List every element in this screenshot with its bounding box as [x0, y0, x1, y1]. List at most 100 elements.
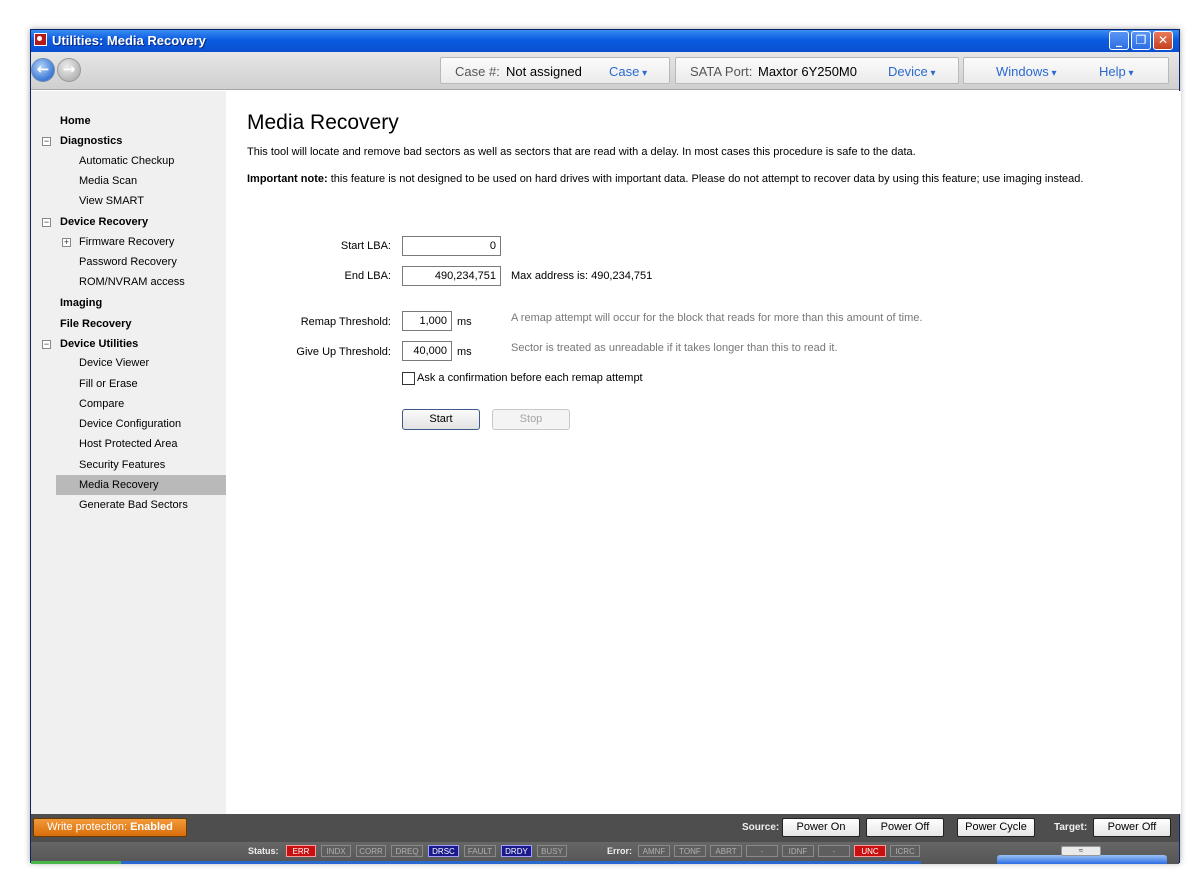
- arrow-right-icon: →: [62, 60, 76, 78]
- device-panel: SATA Port: Maxtor 6Y250M0 Device: [675, 57, 959, 84]
- sidebar-item-device-utilities[interactable]: − Device Utilities: [31, 334, 226, 354]
- status-flag-dreq: DREQ: [391, 845, 423, 857]
- help-menu[interactable]: Help: [1099, 64, 1134, 79]
- sidebar-item-device-viewer[interactable]: Device Viewer: [31, 353, 226, 373]
- sidebar-item-imaging[interactable]: Imaging: [31, 293, 226, 313]
- end-lba-label: End LBA:: [344, 270, 391, 282]
- sidebar-item-label: Compare: [79, 398, 125, 410]
- source-power-off-button[interactable]: Power Off: [866, 818, 944, 837]
- app-icon: [34, 33, 47, 46]
- sidebar-item-device-configuration[interactable]: Device Configuration: [31, 414, 226, 434]
- give-up-threshold-input[interactable]: 40,000: [402, 341, 452, 361]
- sidebar-item-label: Fill or Erase: [79, 378, 138, 390]
- status-flag-fault: FAULT: [464, 845, 496, 857]
- collapse-icon[interactable]: −: [42, 340, 51, 349]
- source-power-cycle-button[interactable]: Power Cycle: [957, 818, 1035, 837]
- case-panel: Case #: Not assigned Case: [440, 57, 670, 84]
- source-label: Source:: [742, 822, 780, 833]
- sidebar-item-diagnostics[interactable]: − Diagnostics: [31, 131, 226, 151]
- write-protection-value: Enabled: [130, 821, 173, 833]
- start-lba-label: Start LBA:: [340, 240, 391, 252]
- write-protection-toggle[interactable]: Write protection: Enabled: [33, 818, 187, 837]
- maximize-button[interactable]: ❐: [1131, 31, 1151, 50]
- start-lba-input[interactable]: 0: [402, 236, 501, 256]
- close-button[interactable]: ✕: [1153, 31, 1173, 50]
- target-power-off-button[interactable]: Power Off: [1093, 818, 1171, 837]
- sidebar-item-label: View SMART: [79, 195, 145, 207]
- sidebar-item-automatic-checkup[interactable]: Automatic Checkup: [31, 151, 226, 171]
- give-up-threshold-label: Give Up Threshold:: [296, 346, 391, 358]
- port-value: Maxtor 6Y250M0: [758, 64, 857, 79]
- app-window: Utilities: Media Recovery _ ❐ ✕ ← → Case…: [30, 29, 1181, 864]
- error-flag-idnf: IDNF: [782, 845, 814, 857]
- case-label: Case #:: [455, 64, 500, 79]
- error-flag-icrc: ICRC: [890, 845, 920, 857]
- sidebar-item-media-scan[interactable]: Media Scan: [31, 171, 226, 191]
- sidebar-item-label: Automatic Checkup: [79, 155, 175, 167]
- sidebar-item-view-smart[interactable]: View SMART: [31, 191, 226, 211]
- collapse-panel-icon[interactable]: ≈: [1061, 846, 1101, 856]
- sidebar-item-firmware-recovery[interactable]: + Firmware Recovery: [31, 232, 226, 252]
- expand-icon[interactable]: +: [62, 238, 71, 247]
- global-menu-panel: Windows Help: [963, 57, 1169, 84]
- error-flag-blank-2: -: [818, 845, 850, 857]
- sidebar-item-media-recovery[interactable]: Media Recovery: [56, 475, 226, 495]
- sidebar-item-security-features[interactable]: Security Features: [31, 455, 226, 475]
- collapse-icon[interactable]: −: [42, 218, 51, 227]
- sidebar-item-label: Device Utilities: [60, 338, 139, 350]
- main-panel: Media Recovery This tool will locate and…: [226, 91, 1181, 814]
- error-caption: Error:: [607, 846, 633, 856]
- case-menu[interactable]: Case: [609, 64, 647, 79]
- source-power-on-button[interactable]: Power On: [782, 818, 860, 837]
- error-flag-blank-1: -: [746, 845, 778, 857]
- target-label: Target:: [1054, 822, 1088, 833]
- confirm-remap-label[interactable]: Ask a confirmation before each remap att…: [417, 372, 643, 384]
- give-up-threshold-unit: ms: [457, 346, 472, 358]
- sidebar-item-home[interactable]: Home: [31, 111, 226, 131]
- sidebar-item-label: Device Viewer: [79, 357, 150, 369]
- port-label: SATA Port:: [690, 64, 753, 79]
- remap-threshold-input[interactable]: 1,000: [402, 311, 452, 331]
- remap-threshold-hint: A remap attempt will occur for the block…: [511, 312, 923, 324]
- remap-threshold-label: Remap Threshold:: [300, 316, 391, 328]
- device-menu[interactable]: Device: [888, 64, 936, 79]
- give-up-threshold-hint: Sector is treated as unreadable if it ta…: [511, 342, 838, 354]
- title-bar[interactable]: Utilities: Media Recovery _ ❐ ✕: [31, 30, 1179, 52]
- sidebar-item-host-protected-area[interactable]: Host Protected Area: [31, 434, 226, 454]
- sidebar-item-device-recovery[interactable]: − Device Recovery: [31, 212, 226, 232]
- error-flag-unc: UNC: [854, 845, 886, 857]
- important-note-label: Important note:: [247, 173, 328, 185]
- sidebar-item-rom-nvram[interactable]: ROM/NVRAM access: [31, 272, 226, 292]
- sidebar-item-compare[interactable]: Compare: [31, 394, 226, 414]
- minimize-button[interactable]: _: [1109, 31, 1129, 50]
- important-note-text: this feature is not designed to be used …: [327, 173, 1084, 185]
- sidebar-item-fill-or-erase[interactable]: Fill or Erase: [31, 374, 226, 394]
- status-flag-corr: CORR: [356, 845, 386, 857]
- page-title: Media Recovery: [247, 111, 399, 134]
- arrow-left-icon: ←: [36, 60, 50, 78]
- max-address-text: Max address is: 490,234,751: [511, 270, 653, 282]
- write-protection-label: Write protection:: [47, 821, 128, 833]
- confirm-remap-checkbox[interactable]: [402, 372, 415, 385]
- sidebar-item-label: Password Recovery: [79, 256, 177, 268]
- status-progress-left: [31, 861, 121, 864]
- status-bar: Status: ERR INDX CORR DREQ DRSC FAULT DR…: [31, 842, 1179, 864]
- remap-threshold-unit: ms: [457, 316, 472, 328]
- sidebar-item-generate-bad-sectors[interactable]: Generate Bad Sectors: [31, 495, 226, 515]
- start-button[interactable]: Start: [402, 409, 480, 430]
- forward-button[interactable]: →: [57, 58, 81, 82]
- sidebar-item-label: Diagnostics: [60, 135, 123, 147]
- sidebar-item-password-recovery[interactable]: Password Recovery: [31, 252, 226, 272]
- status-caption: Status:: [248, 846, 279, 856]
- windows-menu[interactable]: Windows: [996, 64, 1057, 79]
- error-flag-tonf: TONF: [674, 845, 706, 857]
- collapse-icon[interactable]: −: [42, 137, 51, 146]
- sidebar-item-label: Security Features: [79, 459, 166, 471]
- sidebar-item-file-recovery[interactable]: File Recovery: [31, 314, 226, 334]
- back-button[interactable]: ←: [31, 58, 55, 82]
- sidebar-item-label: Media Recovery: [79, 479, 159, 491]
- sidebar-item-label: Device Recovery: [60, 216, 149, 228]
- end-lba-input[interactable]: 490,234,751: [402, 266, 501, 286]
- toolbar: ← → Case #: Not assigned Case SATA Port:…: [31, 52, 1179, 90]
- sidebar-item-label: Imaging: [60, 297, 103, 309]
